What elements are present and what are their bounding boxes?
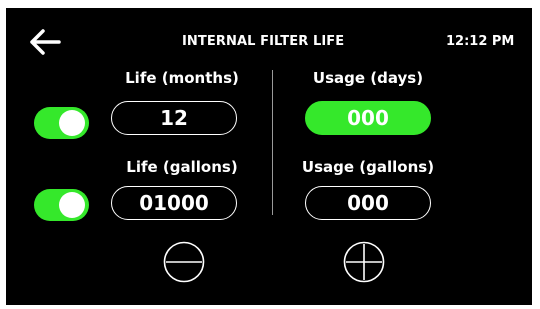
usage-gallons-label: Usage (gallons)	[301, 158, 435, 176]
plus-icon[interactable]	[343, 241, 385, 283]
life-gallons-field[interactable]: 01000	[111, 186, 237, 220]
usage-gallons-field[interactable]: 000	[305, 186, 431, 220]
toggle-knob	[59, 192, 85, 218]
clock-time: 12:12 PM	[446, 34, 515, 49]
page-title: INTERNAL FILTER LIFE	[182, 34, 345, 49]
column-divider	[272, 70, 273, 215]
arrow-left-icon[interactable]	[28, 28, 62, 56]
filter-life-screen: INTERNAL FILTER LIFE 12:12 PM Life (mont…	[6, 8, 532, 305]
life-months-field[interactable]: 12	[111, 101, 237, 135]
toggle-knob	[59, 110, 85, 136]
life-gallons-label: Life (gallons)	[126, 158, 238, 176]
life-months-label: Life (months)	[125, 69, 239, 87]
minus-icon[interactable]	[163, 241, 205, 283]
usage-days-label: Usage (days)	[312, 69, 424, 87]
life-gallons-toggle[interactable]	[34, 189, 89, 221]
usage-days-field[interactable]: 000	[305, 101, 431, 135]
life-months-toggle[interactable]	[34, 107, 89, 139]
